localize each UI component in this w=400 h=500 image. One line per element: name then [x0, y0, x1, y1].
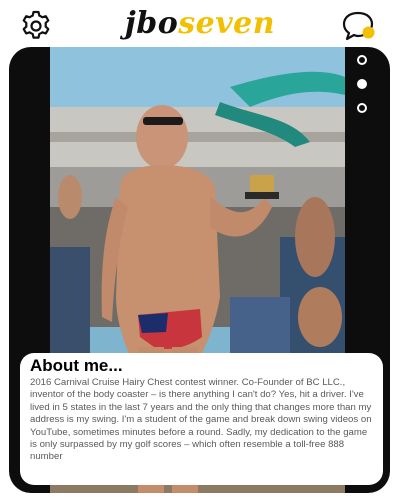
chat-button[interactable]	[341, 9, 381, 43]
top-bar: jboseven	[0, 0, 400, 50]
about-text: 2016 Carnival Cruise Hairy Chest contest…	[30, 377, 372, 463]
about-heading: About me...	[30, 356, 123, 375]
carousel-dot-3[interactable]	[357, 103, 367, 113]
logo-text-jbo: jbo	[124, 6, 179, 41]
carousel-indicator	[357, 55, 373, 127]
about-panel: About me... 2016 Carnival Cruise Hairy C…	[20, 353, 383, 485]
notification-dot	[362, 26, 375, 39]
carousel-dot-1[interactable]	[357, 55, 367, 65]
chat-notification-icon	[342, 11, 375, 41]
carousel-dot-2-active[interactable]	[357, 79, 367, 89]
app-logo: jboseven	[0, 4, 400, 44]
logo-text-seven: seven	[178, 6, 276, 41]
